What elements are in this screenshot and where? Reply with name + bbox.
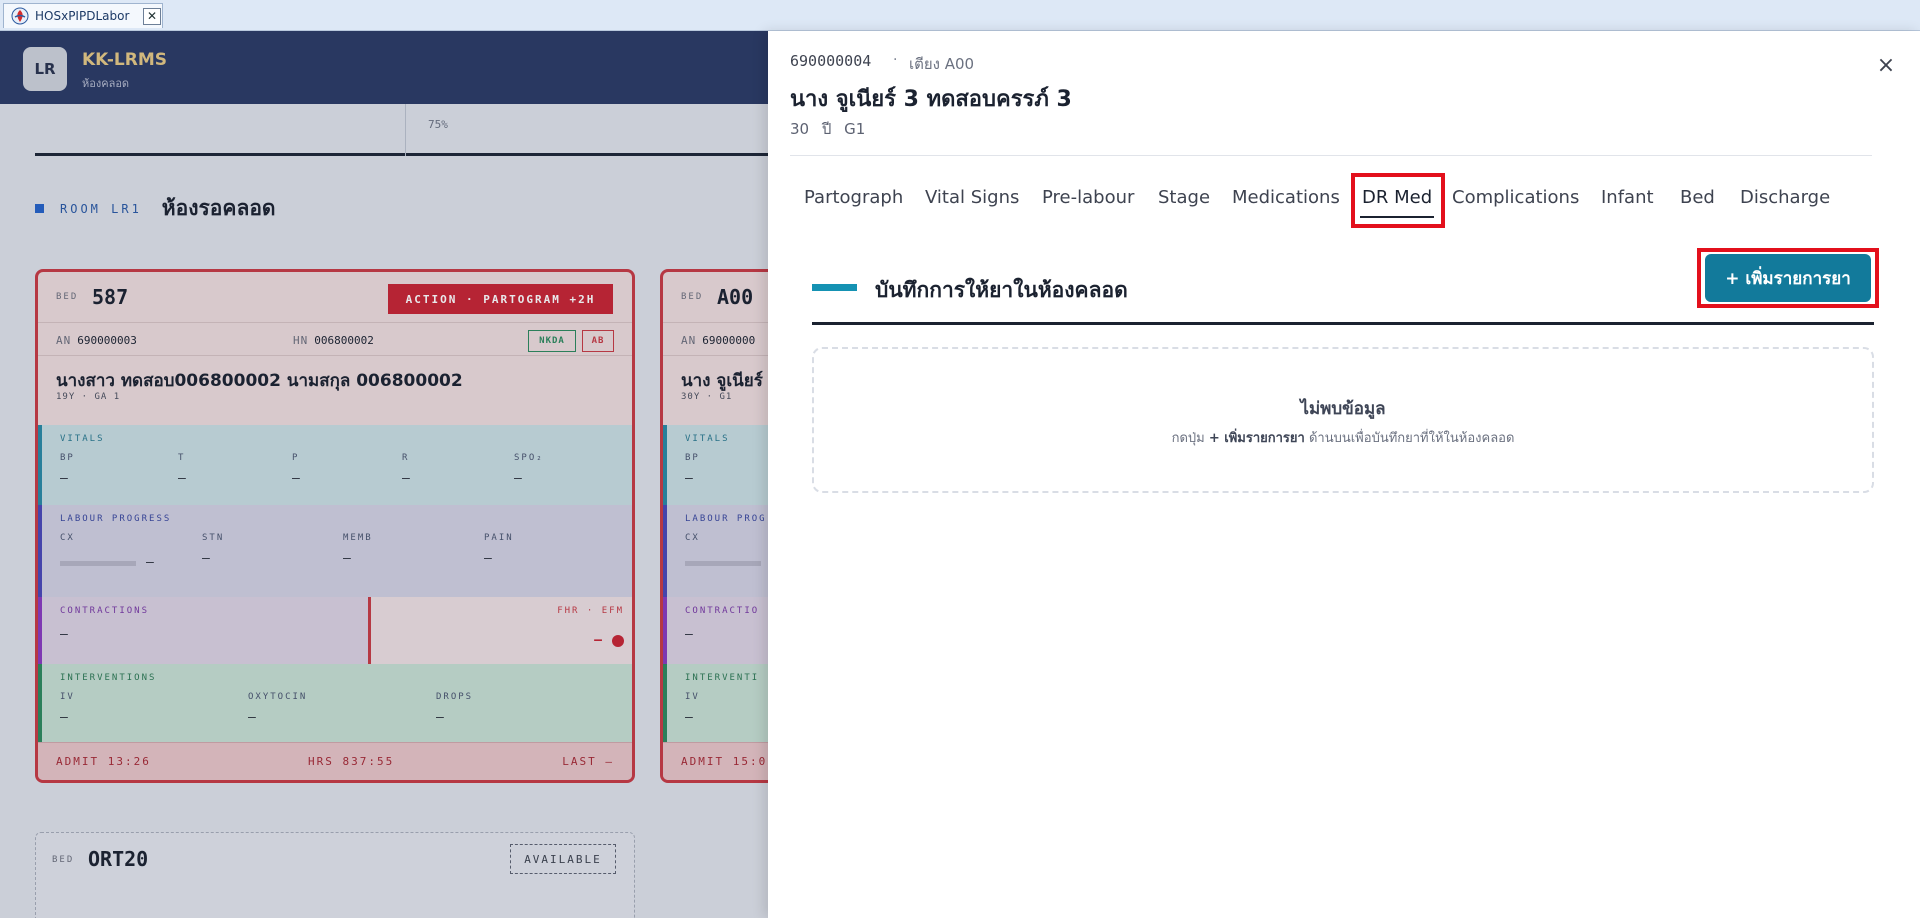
empty-state: ไม่พบข้อมูล กดปุ่ม + เพิ่มรายการยา ด้านบ…: [812, 347, 1874, 493]
empty-subtitle-pre: กดปุ่ม: [1171, 431, 1209, 446]
close-icon[interactable]: ×: [1872, 51, 1900, 79]
panel-divider: [790, 155, 1872, 156]
tab-discharge[interactable]: Discharge: [1740, 181, 1830, 221]
tab-pre-labour[interactable]: Pre-labour: [1042, 181, 1134, 221]
panel-separator: ·: [893, 52, 898, 68]
app-logo-icon: [11, 7, 29, 25]
window-tab-close-icon[interactable]: ✕: [143, 8, 161, 25]
panel-an-number: 690000004: [790, 52, 872, 70]
panel-patient-meta: 30 ปี G1: [790, 120, 866, 138]
window-tab-strip: HOSxPIPDLabor ✕: [0, 0, 1920, 31]
tab-vital-signs[interactable]: Vital Signs: [925, 181, 1019, 221]
empty-subtitle-button-ref: + เพิ่มรายการยา: [1208, 431, 1305, 446]
tab-bed[interactable]: Bed: [1680, 181, 1715, 221]
window-tab-title: HOSxPIPDLabor: [35, 9, 130, 23]
panel-bed: เตียง A00: [909, 55, 975, 73]
empty-title: ไม่พบข้อมูล: [1300, 399, 1386, 419]
window-tab[interactable]: HOSxPIPDLabor ✕: [3, 3, 163, 28]
tab-stage[interactable]: Stage: [1158, 181, 1210, 221]
tab-dr-med[interactable]: DR Med: [1359, 181, 1435, 221]
empty-subtitle-post: ด้านบนเพื่อบันทึกยาที่ให้ในห้องคลอด: [1304, 431, 1515, 446]
empty-subtitle: กดปุ่ม + เพิ่มรายการยา ด้านบนเพื่อบันทึก…: [814, 427, 1872, 448]
panel-patient-name: นาง จูเนียร์ 3 ทดสอบครรภ์ 3: [790, 87, 1072, 112]
section-title: บันทึกการให้ยาในห้องคลอด: [875, 278, 1128, 302]
tab-partograph[interactable]: Partograph: [804, 181, 903, 221]
tab-infant[interactable]: Infant: [1601, 181, 1654, 221]
modal-backdrop[interactable]: [0, 31, 768, 918]
tab-complications[interactable]: Complications: [1452, 181, 1579, 221]
add-medication-button[interactable]: + เพิ่มรายการยา: [1705, 254, 1871, 302]
tab-medications[interactable]: Medications: [1232, 181, 1340, 221]
section-divider: [812, 322, 1874, 325]
patient-detail-panel: 690000004 · เตียง A00 นาง จูเนียร์ 3 ทดส…: [768, 31, 1920, 918]
section-accent-bar: [812, 284, 857, 291]
